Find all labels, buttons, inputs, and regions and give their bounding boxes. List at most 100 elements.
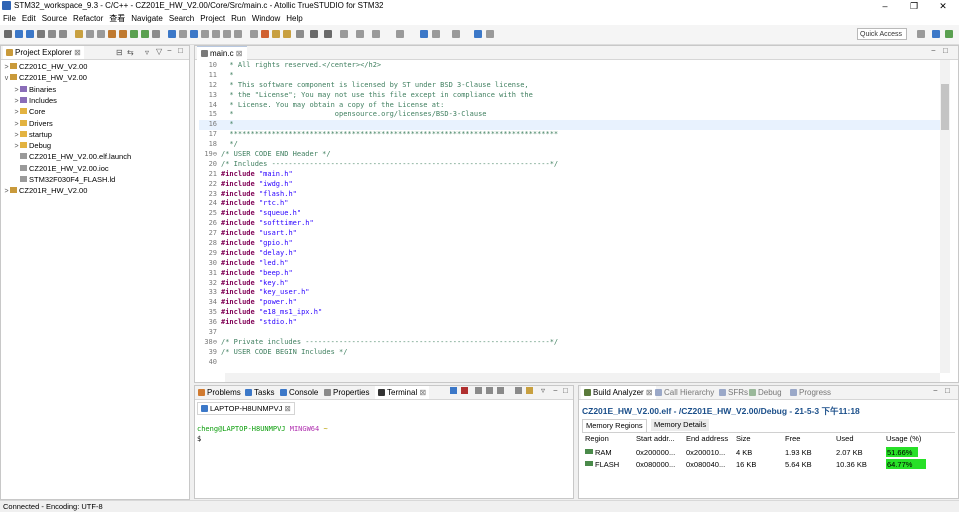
- chevron-down-icon[interactable]: v: [3, 73, 10, 84]
- external-tools-icon[interactable]: [152, 30, 160, 38]
- col-used[interactable]: Used: [836, 434, 854, 443]
- link-editor-icon[interactable]: ⇆: [127, 48, 134, 57]
- col-start-address[interactable]: Start addr...: [636, 434, 675, 443]
- resume-icon[interactable]: [168, 30, 176, 38]
- code-line[interactable]: 36 #include "stdio.h": [199, 318, 942, 328]
- forward-icon[interactable]: [356, 30, 364, 38]
- maximize-view-icon[interactable]: □: [178, 46, 183, 55]
- step-return-icon[interactable]: [223, 30, 231, 38]
- step-into-icon[interactable]: [201, 30, 209, 38]
- menu-search[interactable]: Search: [166, 12, 197, 25]
- new-icon[interactable]: [4, 30, 12, 38]
- build-icon[interactable]: [48, 30, 56, 38]
- code-line[interactable]: 11 *: [199, 71, 942, 81]
- quick-access-input[interactable]: Quick Access: [857, 28, 907, 40]
- terminate-icon[interactable]: [190, 30, 198, 38]
- tree-item[interactable]: CZ201E_HW_V2.00.elf.launch: [13, 151, 131, 162]
- build-maximize-icon[interactable]: □: [945, 386, 950, 395]
- menu-project[interactable]: Project: [197, 12, 228, 25]
- save-all-icon[interactable]: [26, 30, 34, 38]
- scroll-lock-icon[interactable]: [475, 387, 482, 394]
- code-line[interactable]: 16 *: [199, 120, 942, 131]
- terminal-view-menu-icon[interactable]: ▿: [541, 386, 545, 395]
- code-line[interactable]: 37: [199, 328, 942, 338]
- hammer-icon[interactable]: [97, 30, 105, 38]
- close-button[interactable]: ✕: [930, 0, 956, 12]
- terminal-session-tab[interactable]: LAPTOP-H8UNMPVJ ⊠: [197, 402, 295, 415]
- menu-edit[interactable]: Edit: [19, 12, 39, 25]
- code-line[interactable]: 14 * License. You may obtain a copy of t…: [199, 101, 942, 111]
- code-line[interactable]: 31 #include "beep.h": [199, 269, 942, 279]
- call-hierarchy-tab[interactable]: Call Hierarchy: [655, 386, 714, 399]
- console-tab[interactable]: Console: [280, 386, 318, 399]
- code-line[interactable]: 15 * opensource.org/licenses/BSD-3-Claus…: [199, 110, 942, 120]
- cpp-perspective-icon[interactable]: [932, 30, 940, 38]
- vertical-scrollbar[interactable]: [940, 60, 950, 373]
- project-explorer-tab[interactable]: Project Explorer ⊠: [3, 46, 84, 59]
- settings-icon[interactable]: [497, 387, 504, 394]
- back-icon[interactable]: [340, 30, 348, 38]
- memory-regions-tab[interactable]: Memory Regions: [582, 419, 647, 432]
- tree-item[interactable]: > Includes: [13, 95, 56, 106]
- rebuild-icon[interactable]: [86, 30, 94, 38]
- code-line[interactable]: 32 #include "key.h": [199, 279, 942, 289]
- sfrs-tab[interactable]: SFRs: [719, 386, 748, 399]
- last-edit-icon[interactable]: [324, 30, 332, 38]
- debug-tab[interactable]: Debug: [749, 386, 782, 399]
- tasks-tab[interactable]: Tasks: [245, 386, 274, 399]
- code-line[interactable]: 21 #include "main.h": [199, 170, 942, 180]
- code-line[interactable]: 25 #include "squeue.h": [199, 209, 942, 219]
- terminal-maximize-icon[interactable]: □: [563, 386, 568, 395]
- tree-item[interactable]: v CZ201E_HW_V2.00: [3, 72, 87, 83]
- code-line[interactable]: 24 #include "rtc.h": [199, 199, 942, 209]
- code-line[interactable]: 23 #include "flash.h": [199, 190, 942, 200]
- menu-run[interactable]: Run: [228, 12, 249, 25]
- toggle-breakpoint-icon[interactable]: [261, 30, 269, 38]
- open-task-icon[interactable]: [283, 30, 291, 38]
- code-line[interactable]: 20 /* Includes --------------------------…: [199, 160, 942, 170]
- minimize-editor-icon[interactable]: −: [931, 46, 936, 55]
- build-analyzer-tab[interactable]: Build Analyzer ⊠: [581, 386, 656, 399]
- build-all-icon[interactable]: [75, 30, 83, 38]
- code-line[interactable]: 27 #include "usart.h": [199, 229, 942, 239]
- code-line[interactable]: 10 * All rights reserved.</center></h2>: [199, 61, 942, 71]
- code-line[interactable]: 34 #include "power.h": [199, 298, 942, 308]
- code-line[interactable]: 30 #include "led.h": [199, 259, 942, 269]
- properties-tab[interactable]: Properties: [324, 386, 369, 399]
- pin-terminal-icon[interactable]: [515, 387, 522, 394]
- code-line[interactable]: 18 */: [199, 140, 942, 150]
- collapse-all-icon[interactable]: ⊟: [116, 48, 123, 57]
- menu-file[interactable]: File: [0, 12, 19, 25]
- info-icon[interactable]: [420, 30, 428, 38]
- memory-row[interactable]: FLASH 0x080000... 0x080040... 16 KB 5.64 KB 1…: [582, 458, 955, 470]
- search-icon[interactable]: [250, 30, 258, 38]
- col-end-address[interactable]: End address: [686, 434, 728, 443]
- menu-refactor[interactable]: Refactor: [70, 12, 106, 25]
- filter-icon[interactable]: ▽: [156, 47, 162, 56]
- run-config-icon[interactable]: [119, 30, 127, 38]
- menu-help[interactable]: Help: [283, 12, 305, 25]
- col-size[interactable]: Size: [736, 434, 751, 443]
- code-line[interactable]: 40: [199, 358, 942, 368]
- suspend-icon[interactable]: [179, 30, 187, 38]
- open-perspective-icon[interactable]: [917, 30, 925, 38]
- tree-item[interactable]: > CZ201R_HW_V2.00: [3, 185, 87, 196]
- maximize-button[interactable]: ❐: [901, 0, 927, 12]
- code-line[interactable]: 33 #include "key_user.h": [199, 288, 942, 298]
- print-icon[interactable]: [37, 30, 45, 38]
- open-terminal-icon[interactable]: [450, 387, 457, 394]
- code-line[interactable]: 19⊖ /* USER CODE END Header */: [199, 150, 942, 160]
- maximize-editor-icon[interactable]: [486, 30, 494, 38]
- code-line[interactable]: 17 *************************************…: [199, 130, 942, 140]
- code-area[interactable]: 10 * All rights reserved.</center></h2> 1…: [199, 61, 942, 368]
- code-line[interactable]: 29 #include "delay.h": [199, 249, 942, 259]
- run-icon[interactable]: [130, 30, 138, 38]
- tree-item[interactable]: > Binaries: [13, 84, 56, 95]
- debug-config-icon[interactable]: [108, 30, 116, 38]
- chevron-right-icon[interactable]: >: [3, 186, 10, 197]
- col-free[interactable]: Free: [785, 434, 800, 443]
- tree-item[interactable]: STM32F030F4_FLASH.ld: [13, 174, 115, 185]
- clean-icon[interactable]: [59, 30, 67, 38]
- step-over-icon[interactable]: [212, 30, 220, 38]
- memory-row[interactable]: RAM 0x200000... 0x200010... 4 KB 1.93 KB 2.07…: [582, 446, 955, 458]
